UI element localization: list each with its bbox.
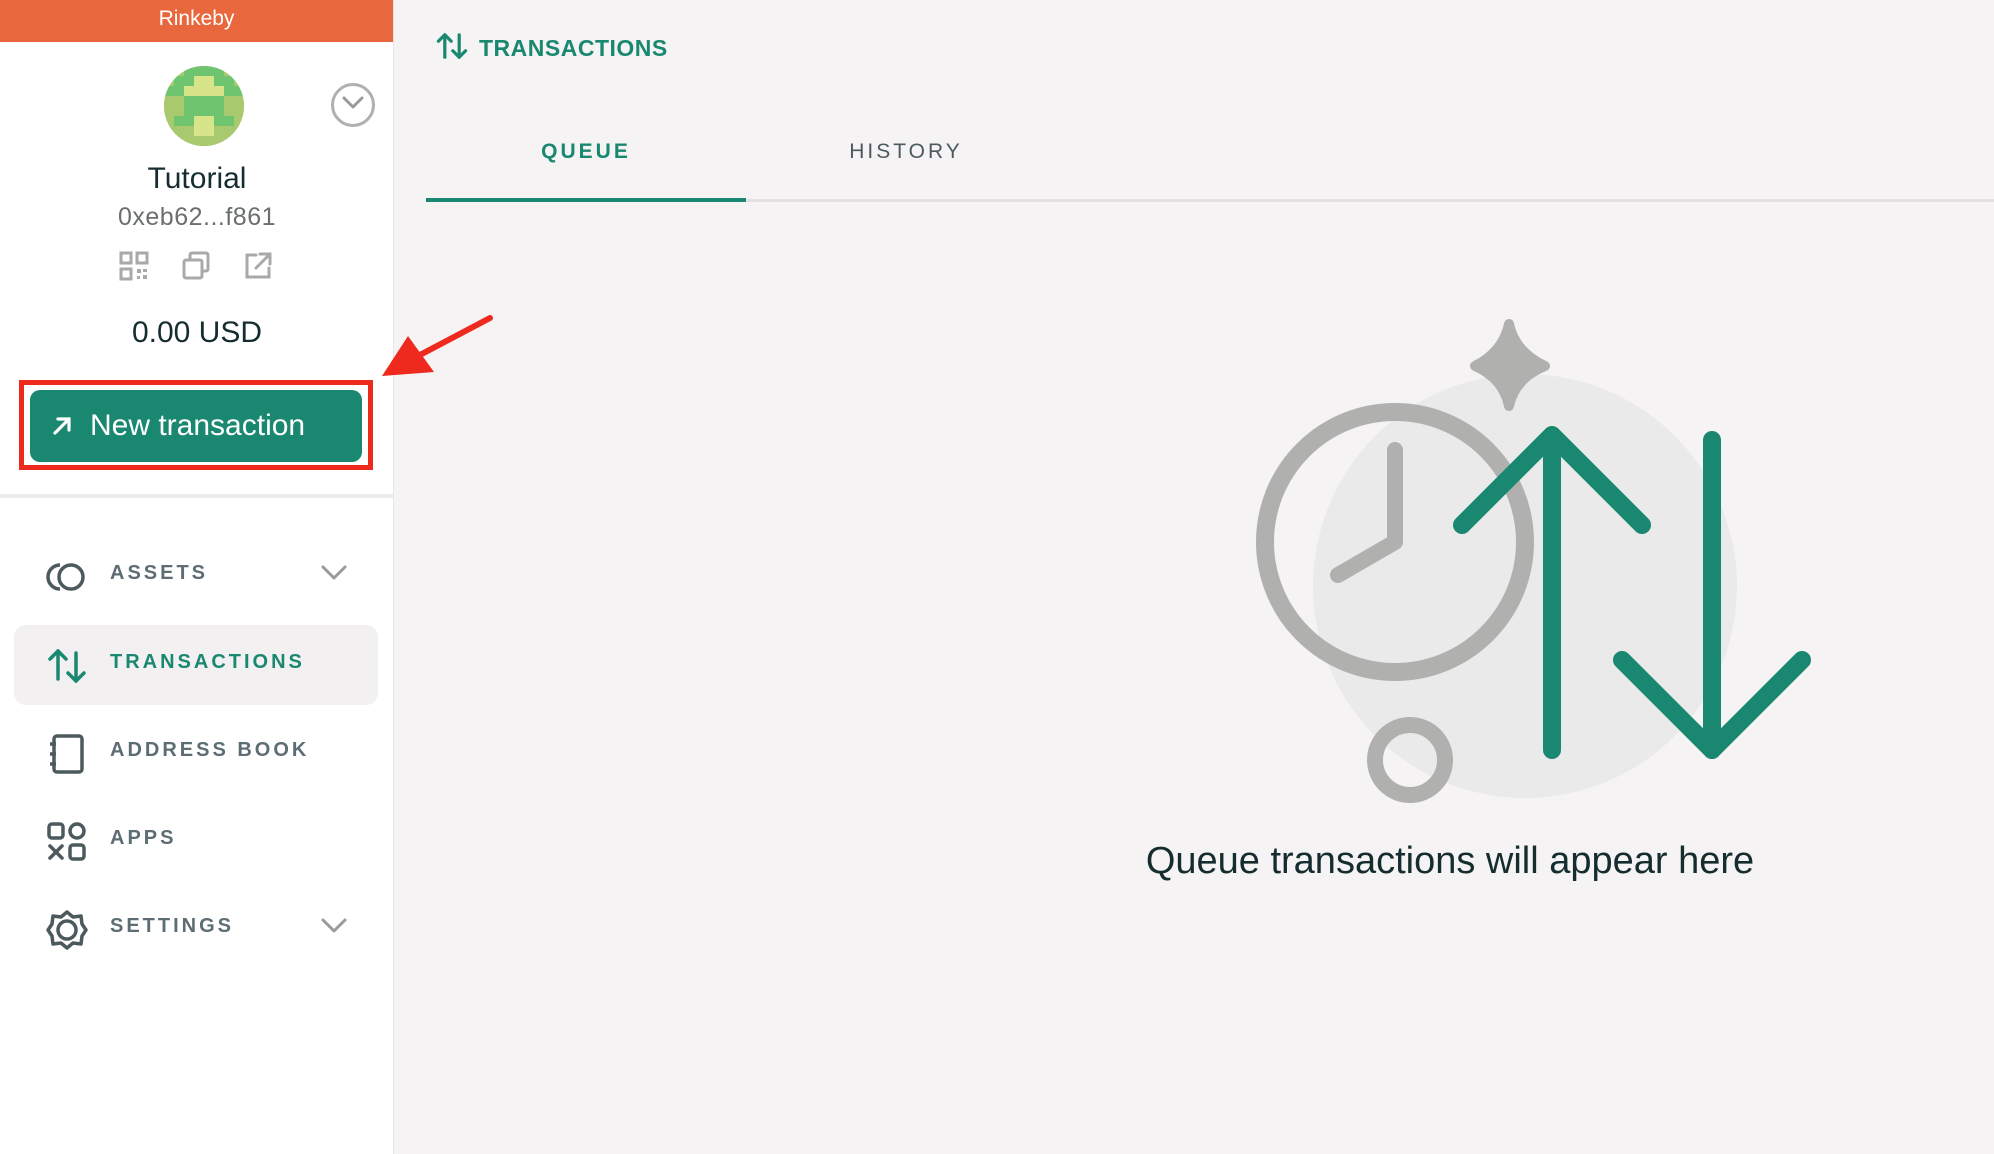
gear-icon — [46, 909, 88, 951]
chevron-down-icon[interactable] — [320, 917, 348, 940]
sidebar-item-address-book[interactable]: ADDRESS BOOK — [14, 713, 378, 793]
sidebar-item-label: ASSETS — [110, 562, 209, 584]
sidebar-item-apps[interactable]: APPS — [14, 801, 378, 881]
safe-options-button[interactable] — [331, 83, 375, 127]
sidebar-item-label: TRANSACTIONS — [110, 651, 305, 673]
address-book-icon — [46, 733, 88, 775]
sidebar-item-label: APPS — [110, 827, 177, 849]
app-window: Rinkeby Tutorial 0xeb62...f861 0.00 USD … — [0, 0, 1994, 1154]
sidebar-item-transactions[interactable]: TRANSACTIONS — [14, 625, 378, 705]
safe-address[interactable]: 0xeb62...f861 — [0, 203, 394, 232]
apps-icon — [46, 821, 88, 863]
external-link-icon[interactable] — [242, 250, 274, 282]
sidebar: Rinkeby Tutorial 0xeb62...f861 0.00 USD … — [0, 0, 394, 1154]
sidebar-item-settings[interactable]: SETTINGS — [14, 889, 378, 969]
safe-name: Tutorial — [147, 162, 247, 195]
new-transaction-button[interactable]: New transaction — [30, 390, 362, 462]
page-header: TRANSACTIONS — [435, 30, 668, 67]
tab-history[interactable]: HISTORY — [746, 120, 1066, 202]
sidebar-item-label: ADDRESS BOOK — [110, 739, 310, 761]
tab-bar: QUEUE HISTORY — [426, 120, 1994, 202]
sidebar-divider — [0, 494, 394, 498]
identicon-icon — [164, 66, 244, 146]
safe-avatar[interactable] — [164, 66, 244, 146]
sidebar-item-label: SETTINGS — [110, 915, 235, 937]
network-label: Rinkeby — [0, 0, 393, 42]
empty-state-message: Queue transactions will appear here — [1145, 840, 1755, 882]
new-transaction-label: New transaction — [90, 409, 306, 442]
safe-balance: 0.00 USD — [131, 316, 263, 349]
tab-queue[interactable]: QUEUE — [426, 120, 746, 202]
chevron-down-icon[interactable] — [320, 564, 348, 587]
sidebar-item-assets[interactable]: ASSETS — [14, 536, 378, 616]
qr-code-icon[interactable] — [118, 250, 150, 282]
coins-icon — [46, 556, 88, 598]
main-content: TRANSACTIONS QUEUE HISTORY Queue transac… — [395, 0, 1994, 1154]
page-title: TRANSACTIONS — [479, 35, 668, 61]
empty-queue-illustration — [1256, 319, 1811, 803]
chevron-down-icon — [342, 96, 364, 109]
copy-icon[interactable] — [180, 250, 212, 282]
arrow-up-right-icon — [50, 414, 74, 438]
transactions-icon — [46, 645, 88, 687]
transactions-icon — [435, 30, 469, 67]
